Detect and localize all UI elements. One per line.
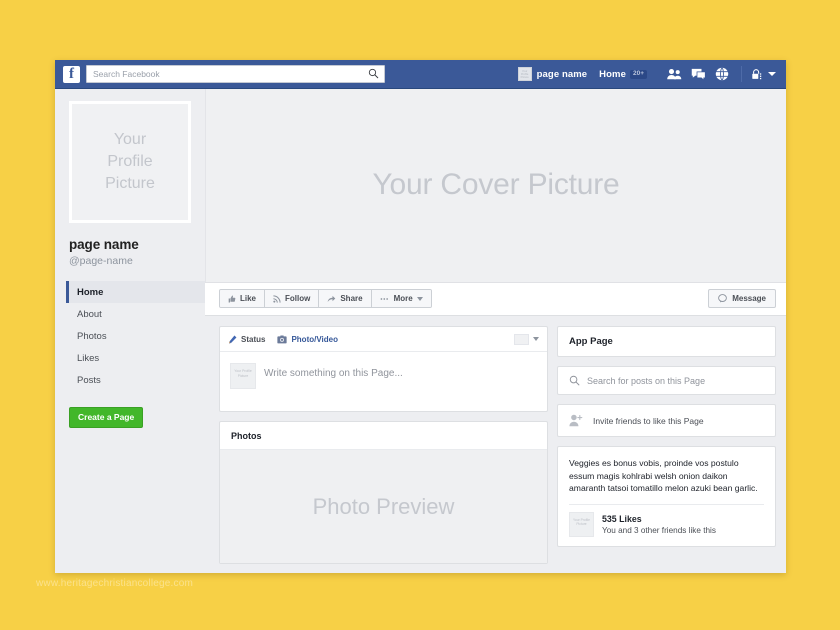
post-likes-avatar: Your Profile Picture	[569, 511, 594, 537]
navbar-home-label: Home	[599, 68, 626, 80]
invite-friends-label: Invite friends to like this Page	[593, 415, 704, 426]
rss-icon	[273, 295, 281, 303]
search-posts-card[interactable]: Search for posts on this Page	[557, 366, 776, 395]
app-page-card: App Page	[557, 326, 776, 357]
camera-icon	[277, 335, 288, 343]
chevron-down-icon[interactable]	[533, 337, 539, 341]
post-likes-row: Your Profile Picture 535 Likes You and 3…	[569, 511, 764, 537]
more-button-label: More	[393, 294, 413, 304]
pencil-icon	[228, 334, 237, 343]
share-button[interactable]: Share	[319, 290, 372, 308]
navbar-icon-group	[667, 67, 729, 81]
search-facebook-field[interactable]	[86, 65, 385, 83]
profile-picture-line-2: Profile	[107, 153, 153, 170]
page-action-bar: Like Follow Share More Message	[205, 281, 786, 316]
browser-window: f Your Profile Picture page name Home 20…	[55, 60, 786, 573]
search-input[interactable]	[87, 66, 384, 82]
composer-input[interactable]: Write something on this Page...	[264, 363, 403, 379]
page-title: page name	[69, 237, 139, 252]
right-side-column: App Page Search for posts on this Page I…	[557, 326, 776, 573]
more-button[interactable]: More	[371, 290, 431, 308]
chevron-down-icon	[416, 296, 423, 301]
navbar-divider	[741, 66, 742, 82]
privacy-lock-icon[interactable]	[751, 68, 764, 81]
sidebar-item-posts[interactable]: Posts	[66, 369, 205, 391]
messages-icon[interactable]	[691, 68, 706, 81]
chevron-down-icon[interactable]	[768, 72, 776, 76]
profile-picture-placeholder[interactable]: Your Profile Picture	[69, 101, 191, 223]
sidebar-item-photos[interactable]: Photos	[66, 325, 205, 347]
navbar-page-link[interactable]: Your Profile Picture page name	[517, 67, 588, 81]
follow-button-label: Follow	[285, 294, 311, 304]
photos-card-title: Photos	[220, 422, 547, 450]
message-button-label: Message	[732, 294, 766, 304]
search-icon	[569, 375, 580, 386]
globe-icon[interactable]	[715, 67, 729, 81]
privacy-menu-button[interactable]	[751, 68, 776, 81]
page-body: Your Profile Picture page name @page-nam…	[55, 89, 786, 573]
tab-status[interactable]: Status	[228, 335, 265, 344]
share-arrow-icon	[328, 295, 336, 302]
sidebar-item-home[interactable]: Home	[66, 281, 205, 303]
follow-button[interactable]: Follow	[265, 290, 320, 308]
main-column: Your Cover Picture Like Follow Share Mor…	[205, 89, 786, 573]
invite-friends-card[interactable]: Invite friends to like this Page	[557, 404, 776, 437]
post-likes-count: 535 Likes	[602, 513, 642, 524]
watermark-text: www.heritagechristiancollege.com	[36, 578, 194, 589]
cover-photo-label: Your Cover Picture	[372, 168, 620, 202]
feed-column: Status Photo/Video Your Profile Picture …	[219, 326, 548, 573]
composer-body: Your Profile Picture Write something on …	[220, 352, 547, 411]
tab-photo-video[interactable]: Photo/Video	[277, 335, 338, 344]
thumbs-up-icon	[228, 295, 236, 303]
message-button[interactable]: Message	[708, 289, 776, 309]
navbar-page-thumbnail: Your Profile Picture	[517, 67, 532, 81]
profile-picture-line-1: Your	[113, 131, 147, 148]
like-button[interactable]: Like	[220, 290, 266, 308]
composer-tab-bar: Status Photo/Video	[220, 327, 547, 352]
page-handle: @page-name	[69, 255, 133, 267]
tab-photo-video-label: Photo/Video	[291, 334, 338, 344]
facebook-top-navbar: f Your Profile Picture page name Home 20…	[55, 60, 786, 89]
cover-photo-placeholder[interactable]: Your Cover Picture	[205, 89, 786, 282]
message-bubble-icon	[718, 294, 728, 303]
status-composer-card: Status Photo/Video Your Profile Picture …	[219, 326, 548, 412]
share-button-label: Share	[340, 294, 363, 304]
photo-preview-placeholder[interactable]: Photo Preview	[220, 450, 547, 563]
post-likes-subtext: You and 3 other friends like this	[602, 525, 716, 535]
post-likes-text-group: 535 Likes You and 3 other friends like t…	[602, 514, 716, 535]
sidebar-nav-list: Home About Photos Likes Posts	[66, 281, 205, 391]
search-posts-input[interactable]: Search for posts on this Page	[587, 376, 705, 386]
navbar-page-name: page name	[536, 68, 588, 80]
create-a-page-button[interactable]: Create a Page	[69, 407, 144, 428]
content-row: Status Photo/Video Your Profile Picture …	[205, 316, 786, 573]
navbar-home-link[interactable]: Home 20+	[599, 69, 647, 80]
profile-picture-line-3: Picture	[105, 175, 155, 192]
friends-icon[interactable]	[667, 68, 682, 80]
composer-audience-selector[interactable]	[514, 333, 539, 345]
facebook-logo-icon[interactable]: f	[63, 65, 80, 83]
list-icon	[514, 333, 529, 345]
sidebar-item-about[interactable]: About	[66, 303, 205, 325]
photos-card: Photos Photo Preview	[219, 421, 548, 564]
page-action-button-group: Like Follow Share More	[219, 289, 432, 309]
like-button-label: Like	[240, 294, 257, 304]
tab-status-label: Status	[241, 334, 266, 344]
search-icon[interactable]	[368, 68, 379, 79]
page-post-card: Veggies es bonus vobis, proinde vos post…	[557, 446, 776, 547]
composer-avatar: Your Profile Picture	[230, 363, 256, 389]
add-person-icon	[569, 414, 583, 427]
photo-preview-label: Photo Preview	[312, 493, 455, 519]
navbar-right-cluster: Your Profile Picture page name Home 20+	[517, 60, 776, 88]
navbar-home-badge: 20+	[629, 69, 647, 79]
left-sidebar: Your Profile Picture page name @page-nam…	[55, 89, 205, 573]
post-text: Veggies es bonus vobis, proinde vos post…	[569, 458, 758, 494]
post-divider	[569, 503, 764, 505]
sidebar-item-likes[interactable]: Likes	[66, 347, 205, 369]
ellipsis-icon	[380, 298, 388, 300]
